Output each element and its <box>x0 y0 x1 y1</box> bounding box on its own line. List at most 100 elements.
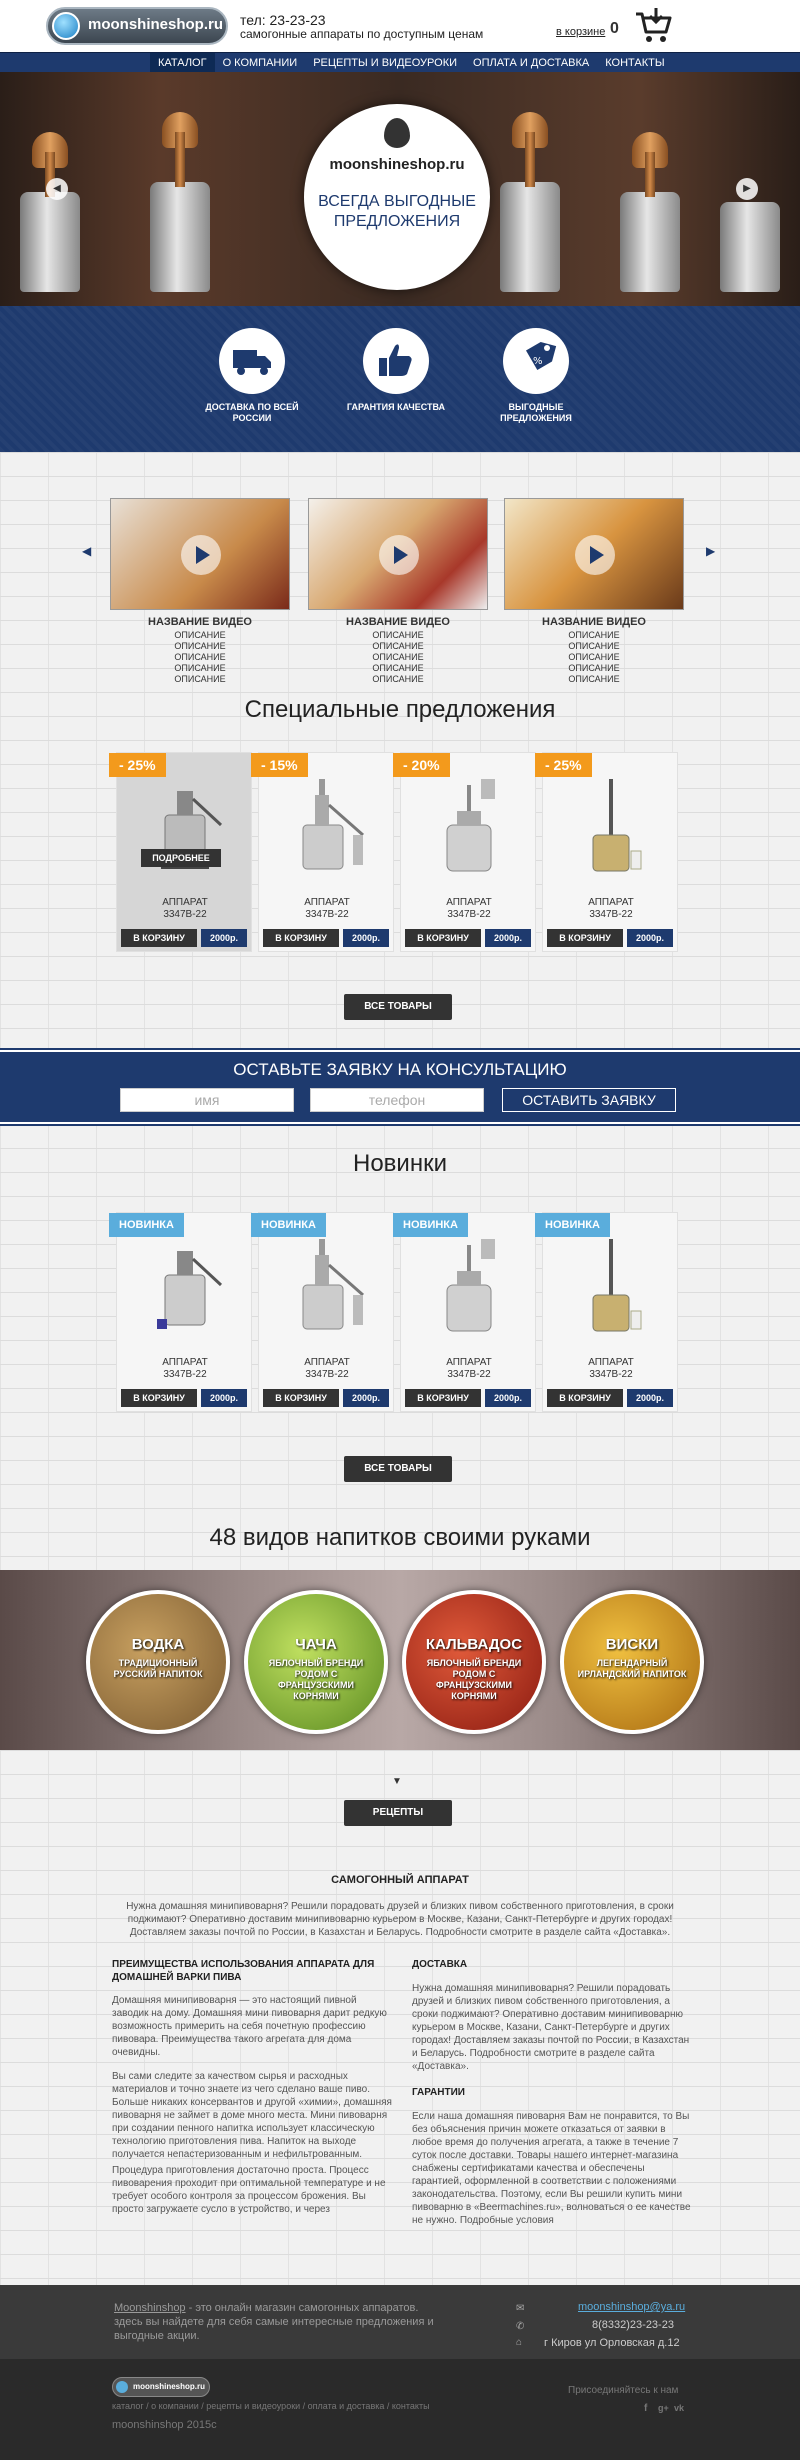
add-to-cart-button[interactable]: В КОРЗИНУ <box>405 1389 481 1407</box>
all-products-button[interactable]: ВСЕ ТОВАРЫ <box>344 1456 452 1482</box>
header-phone: тел: 23-23-23 <box>240 12 326 28</box>
product-card[interactable]: - 15% АППАРАТ 3347В-22 В КОРЗИНУ 2000р. <box>251 752 394 952</box>
details-button[interactable]: ПОДРОБНЕЕ <box>141 849 221 867</box>
all-products-button[interactable]: ВСЕ ТОВАРЫ <box>344 994 452 1020</box>
footer-links[interactable]: каталог / о компании / рецепты и видеоур… <box>112 2401 430 2411</box>
hero-still-image <box>20 192 80 292</box>
nav-recipes[interactable]: РЕЦЕПТЫ И ВИДЕОУРОКИ <box>305 53 465 73</box>
recipes-button[interactable]: РЕЦЕПТЫ <box>344 1800 452 1826</box>
footer-about: Moonshinshop - это онлайн магазин самого… <box>114 2302 434 2342</box>
guarantee-text: Если наша домашняя пивоварня Вам не понр… <box>412 2111 691 2226</box>
hero-slider: ◀ ▶ moonshineshop.ru ВСЕГДА ВЫГОДНЫЕ ПРЕ… <box>0 72 800 306</box>
discount-badge: - 20% <box>393 753 450 777</box>
new-badge: НОВИНКА <box>109 1213 184 1237</box>
cart-link[interactable]: в корзине <box>556 26 605 38</box>
discount-badge: - 15% <box>251 753 308 777</box>
new-badge: НОВИНКА <box>535 1213 610 1237</box>
product-price: 2000р. <box>201 929 247 947</box>
video-card[interactable]: НАЗВАНИЕ ВИДЕО ОПИСАНИЕ ОПИСАНИЕ ОПИСАНИ… <box>504 498 684 685</box>
submit-request-button[interactable]: ОСТАВИТЬ ЗАЯВКУ <box>502 1088 676 1112</box>
product-card[interactable]: - 25% ПОДРОБНЕЕ АППАРАТ 3347В-22 В КОРЗИН… <box>109 752 252 952</box>
video-thumbnail[interactable] <box>110 498 290 610</box>
play-icon[interactable] <box>181 535 221 575</box>
product-card[interactable]: НОВИНКА АППАРАТ 3347В-22 В КОРЗИНУ 2000р. <box>251 1212 394 1412</box>
vk-icon[interactable]: vk <box>674 2403 684 2413</box>
video-title[interactable]: НАЗВАНИЕ ВИДЕО <box>308 616 488 628</box>
product-image[interactable] <box>143 775 227 885</box>
add-to-cart-button[interactable]: В КОРЗИНУ <box>263 929 339 947</box>
drink-chacha[interactable]: ЧАЧА ЯБЛОЧНЫЙ БРЕНДИ РОДОМ С ФРАНЦУЗСКИМ… <box>244 1590 388 1734</box>
play-icon[interactable] <box>379 535 419 575</box>
product-image[interactable] <box>143 1235 227 1345</box>
nav-delivery[interactable]: ОПЛАТА И ДОСТАВКА <box>465 53 597 73</box>
nav-contacts[interactable]: КОНТАКТЫ <box>597 53 672 73</box>
footer-phone: 8(8332)23-23-23 <box>592 2319 674 2331</box>
video-next-arrow[interactable]: ▶ <box>706 544 715 558</box>
phone-input[interactable]: телефон <box>310 1088 484 1112</box>
discount-badge: - 25% <box>535 753 592 777</box>
footer-bottom: moonshineshop.ru каталог / о компании / … <box>0 2359 800 2460</box>
hero-prev-arrow[interactable]: ◀ <box>46 178 68 200</box>
add-to-cart-button[interactable]: В КОРЗИНУ <box>263 1389 339 1407</box>
add-to-cart-button[interactable]: В КОРЗИНУ <box>547 929 623 947</box>
product-image[interactable] <box>569 1235 653 1345</box>
product-card[interactable]: НОВИНКА АППАРАТ 3347В-22 В КОРЗИНУ 2000р. <box>393 1212 536 1412</box>
special-offers-title: Специальные предложения <box>244 696 556 723</box>
product-image[interactable] <box>569 775 653 885</box>
footer-brand-link[interactable]: Moonshinshop <box>114 2302 186 2314</box>
add-to-cart-button[interactable]: В КОРЗИНУ <box>405 929 481 947</box>
video-card[interactable]: НАЗВАНИЕ ВИДЕО ОПИСАНИЕ ОПИСАНИЕ ОПИСАНИ… <box>308 498 488 685</box>
drink-name: ВОДКА <box>131 1636 185 1653</box>
feature-label: ВЫГОДНЫЕ ПРЕДЛОЖЕНИЯ <box>500 402 572 423</box>
svg-text:%: % <box>533 356 543 367</box>
phone-icon: ✆ <box>516 2321 525 2332</box>
video-prev-arrow[interactable]: ◀ <box>82 544 91 558</box>
video-title[interactable]: НАЗВАНИЕ ВИДЕО <box>110 616 290 628</box>
add-to-cart-button[interactable]: В КОРЗИНУ <box>121 1389 197 1407</box>
product-card[interactable]: НОВИНКА АППАРАТ 3347В-22 В КОРЗИНУ 2000р. <box>535 1212 678 1412</box>
product-card[interactable]: - 20% АППАРАТ 3347В-22 В КОРЗИНУ 2000р. <box>393 752 536 952</box>
footer-email[interactable]: moonshinshop@ya.ru <box>578 2301 685 2313</box>
feature-label: ГАРАНТИЯ КАЧЕСТВА <box>346 402 446 412</box>
mail-icon: ✉ <box>516 2303 525 2314</box>
hero-slogan: ВСЕГДА ВЫГОДНЫЕ ПРЕДЛОЖЕНИЯ <box>318 193 476 230</box>
footer-logo-text: moonshineshop.ru <box>133 2382 205 2391</box>
drink-vodka[interactable]: ВОДКА ТРАДИЦИОННЫЙ РУССКИЙ НАПИТОК <box>86 1590 230 1734</box>
product-price: 2000р. <box>627 1389 673 1407</box>
hero-next-arrow[interactable]: ▶ <box>736 178 758 200</box>
video-description: ОПИСАНИЕ ОПИСАНИЕ ОПИСАНИЕ ОПИСАНИЕ ОПИС… <box>568 630 620 684</box>
video-thumbnail[interactable] <box>308 498 488 610</box>
drink-description: ЯБЛОЧНЫЙ БРЕНДИ РОДОМ С ФРАНЦУЗСКИМИ КОР… <box>426 1658 522 1701</box>
facebook-icon[interactable]: f <box>644 2403 647 2414</box>
chevron-down-icon[interactable]: ▼ <box>392 1776 402 1787</box>
nav-about[interactable]: О КОМПАНИИ <box>215 53 306 73</box>
drink-description: ЛЕГЕНДАРНЫЙ ИРЛАНДСКИЙ НАПИТОК <box>577 1658 687 1679</box>
google-plus-icon[interactable]: g+ <box>658 2403 669 2413</box>
features-strip: ДОСТАВКА ПО ВСЕЙ РОССИИ ГАРАНТИЯ КАЧЕСТВ… <box>0 306 800 452</box>
add-to-cart-button[interactable]: В КОРЗИНУ <box>121 929 197 947</box>
drink-whisky[interactable]: ВИСКИ ЛЕГЕНДАРНЫЙ ИРЛАНДСКИЙ НАПИТОК <box>560 1590 704 1734</box>
add-to-cart-button[interactable]: В КОРЗИНУ <box>547 1389 623 1407</box>
video-description: ОПИСАНИЕ ОПИСАНИЕ ОПИСАНИЕ ОПИСАНИЕ ОПИС… <box>174 630 226 684</box>
drink-description: ЯБЛОЧНЫЙ БРЕНДИ РОДОМ С ФРАНЦУЗСКИМИ КОР… <box>268 1658 364 1701</box>
nav-catalog[interactable]: КАТАЛОГ <box>150 53 215 73</box>
video-thumbnail[interactable] <box>504 498 684 610</box>
guarantee-title: ГАРАНТИИ <box>412 2087 465 2098</box>
product-image[interactable] <box>285 1235 369 1345</box>
product-card[interactable]: - 25% АППАРАТ 3347В-22 В КОРЗИНУ 2000р. <box>535 752 678 952</box>
product-price: 2000р. <box>485 929 531 947</box>
footer-logo[interactable]: moonshineshop.ru <box>112 2377 210 2397</box>
product-image[interactable] <box>285 775 369 885</box>
drink-calvados[interactable]: КАЛЬВАДОС ЯБЛОЧНЫЙ БРЕНДИ РОДОМ С ФРАНЦУ… <box>402 1590 546 1734</box>
footer-address: г Киров ул Орловская д.12 <box>544 2337 680 2349</box>
name-input[interactable]: имя <box>120 1088 294 1112</box>
play-icon[interactable] <box>575 535 615 575</box>
video-card[interactable]: НАЗВАНИЕ ВИДЕО ОПИСАНИЕ ОПИСАНИЕ ОПИСАНИ… <box>110 498 290 685</box>
product-image[interactable] <box>427 1235 511 1345</box>
video-title[interactable]: НАЗВАНИЕ ВИДЕО <box>504 616 684 628</box>
logo[interactable]: moonshineshop.ru <box>46 7 228 45</box>
cart-icon[interactable] <box>634 6 674 46</box>
product-image[interactable] <box>427 775 511 885</box>
product-name: АППАРАТ 3347В-22 <box>304 897 350 920</box>
product-card[interactable]: НОВИНКА АППАРАТ 3347В-22 В КОРЗИНУ 2000р. <box>109 1212 252 1412</box>
